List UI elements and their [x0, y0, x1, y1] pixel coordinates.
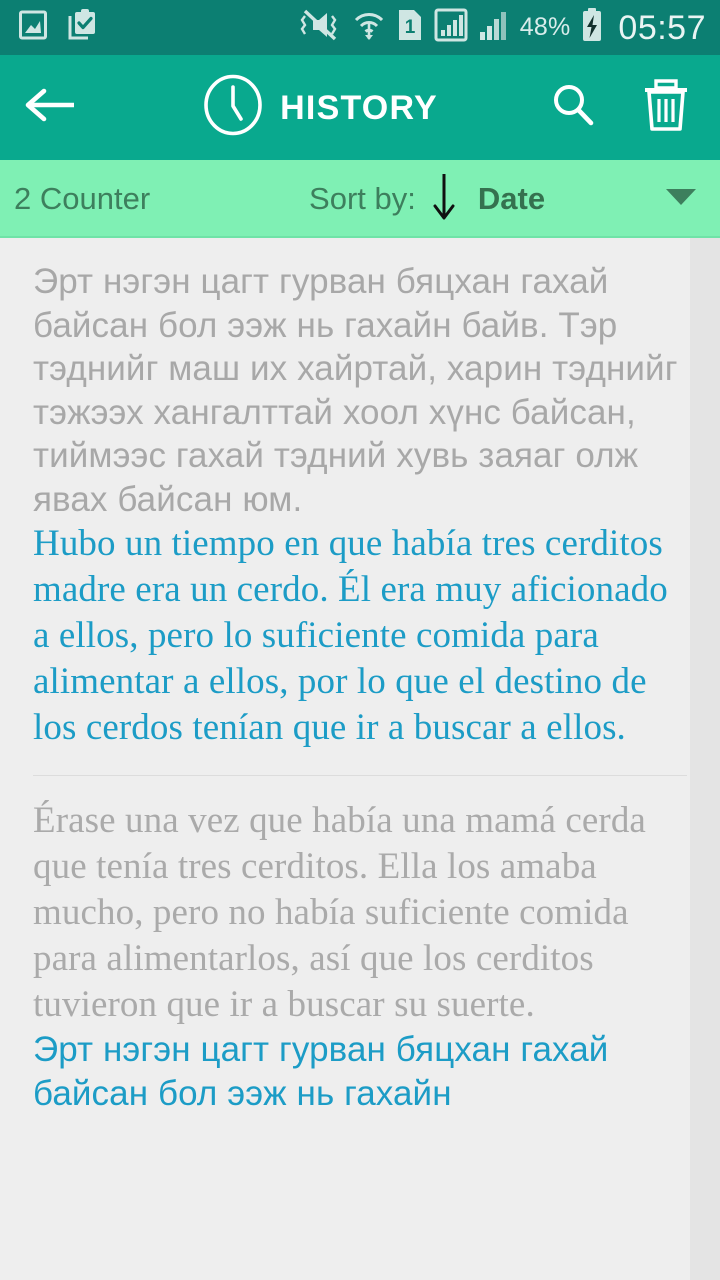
arrow-down-icon[interactable]	[430, 168, 458, 229]
app-bar-title-group: HISTORY	[90, 74, 550, 141]
list-item[interactable]: Эрт нэгэн цагт гурван бяцхан гахай байса…	[0, 238, 720, 757]
page-title: HISTORY	[280, 88, 438, 127]
back-button[interactable]	[22, 86, 100, 129]
battery-percent-label: 48%	[519, 13, 571, 41]
image-icon	[18, 9, 48, 46]
chevron-down-icon	[664, 188, 698, 212]
app-bar: HISTORY	[0, 55, 720, 160]
list-item-source-text: Эрт нэгэн цагт гурван бяцхан гахай байса…	[33, 262, 678, 519]
status-bar-left-icons	[18, 8, 98, 47]
sort-bar: 2 Counter Sort by: Date	[0, 160, 720, 238]
battery-charging-icon	[581, 8, 603, 47]
clipboard-check-icon	[66, 8, 98, 47]
sim-card-1-icon: 1	[397, 8, 423, 47]
signal-bars-boxed-icon	[434, 8, 468, 47]
sort-value-label: Date	[477, 180, 546, 216]
list-item-source-text: Érase una vez que había una mamá cerda q…	[33, 800, 646, 1025]
counter-label: 2 Counter	[14, 180, 151, 216]
list-item[interactable]: Érase una vez que había una mamá cerda q…	[0, 776, 720, 1121]
scrollbar[interactable]	[690, 238, 720, 1280]
search-icon	[550, 85, 596, 132]
list-item-target-text: Эрт нэгэн цагт гурван бяцхан гахай байса…	[33, 1030, 609, 1113]
mute-vibrate-icon	[299, 8, 341, 47]
status-bar-clock: 05:57	[618, 8, 706, 47]
clock-icon	[202, 74, 264, 141]
wifi-icon	[352, 8, 386, 47]
history-list[interactable]: Эрт нэгэн цагт гурван бяцхан гахай байса…	[0, 238, 720, 1280]
app-bar-actions	[550, 77, 698, 138]
trash-icon	[642, 79, 690, 137]
back-arrow-icon	[22, 86, 78, 129]
list-item-target-text: Hubo un tiempo en que había tres cerdito…	[33, 523, 668, 748]
status-bar: 1 48% 05:57	[0, 0, 720, 55]
sort-dropdown-button[interactable]	[664, 184, 702, 213]
sort-control[interactable]: Sort by: Date	[190, 168, 664, 229]
signal-bars-icon	[479, 8, 509, 47]
app-screen: 1 48% 05:57 HISTORY 2 Counter Sort by: D…	[0, 0, 720, 1280]
status-bar-right-icons: 1 48% 05:57	[299, 8, 706, 47]
sort-by-label: Sort by:	[309, 180, 416, 216]
svg-text:1: 1	[404, 17, 415, 38]
delete-button[interactable]	[642, 77, 690, 138]
search-button[interactable]	[550, 82, 596, 133]
